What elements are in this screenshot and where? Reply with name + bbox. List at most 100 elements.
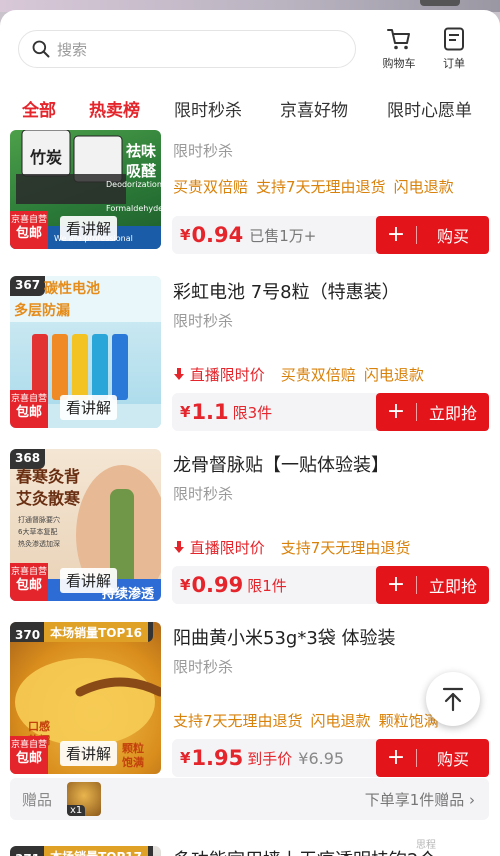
sold-count: 已售1万+ — [249, 226, 317, 245]
thumb-text: 多层防漏 — [14, 303, 70, 319]
tag: 闪电退款 — [393, 178, 454, 196]
tab-bar: 全部 热卖榜 限时秒杀 京喜好物 限时心愿单 — [0, 90, 500, 130]
currency-symbol: ¥ — [180, 403, 191, 421]
cart-icon — [387, 29, 410, 50]
tag: 颗粒饱满 — [378, 712, 439, 730]
original-price: ¥6.95 — [298, 748, 345, 768]
jd-self-operated-tag: 京喜自营 包邮 — [10, 211, 48, 249]
thumb-text: 热灸渗透加深 — [18, 540, 60, 548]
gift-label: 赠品 — [22, 791, 53, 809]
buy-button-label: 购买 — [436, 227, 469, 246]
rank-badge: 371本场销量TOP17 — [10, 846, 153, 856]
buy-button[interactable]: + 购买 — [376, 739, 489, 777]
explain-button[interactable]: 看讲解 — [60, 216, 118, 241]
orders-button[interactable]: 订单 — [432, 26, 476, 74]
gift-quantity: x1 — [67, 805, 86, 816]
plus-icon: + — [386, 399, 406, 424]
header: 搜索 购物车 订单 — [0, 10, 500, 80]
watermark: 思程 — [416, 840, 436, 851]
tag: 支持7天无理由退货 — [173, 712, 303, 730]
down-arrow-icon — [174, 368, 184, 380]
plus-icon: + — [386, 222, 406, 247]
tag: 闪电退款 — [310, 712, 371, 730]
grab-button[interactable]: + 立即抢 — [376, 566, 489, 604]
product-image[interactable]: 371本场销量TOP17 — [10, 846, 161, 856]
explain-button[interactable]: 看讲解 — [60, 395, 118, 420]
price-box: ¥1.95 到手价 ¥6.95 — [172, 739, 378, 777]
service-tags: 直播限时价 买贵双倍赔 闪电退款 — [173, 364, 432, 385]
product-image[interactable]: 367 碳性电池 多层防漏 京喜自营 包邮 看讲解 — [10, 276, 161, 428]
price: 0.94 — [191, 223, 244, 247]
rank-badge: 367 — [10, 276, 46, 296]
thumb-text: 艾灸散寒 — [16, 489, 81, 508]
tag: 闪电退款 — [363, 366, 424, 384]
jd-self-operated-tag: 京喜自营 包邮 — [10, 563, 48, 601]
price: 0.99 — [191, 573, 244, 597]
service-tags: 支持7天无理由退货 闪电退款 颗粒饱满 — [173, 710, 447, 731]
search-icon — [32, 40, 50, 58]
price: 1.95 — [191, 746, 244, 770]
product-subtitle: 限时秒杀 — [173, 485, 234, 503]
thumb-text: 6大草本复配 — [18, 528, 58, 536]
currency-symbol: ¥ — [180, 576, 191, 594]
tag: 支持7天无理由退货 — [280, 539, 411, 557]
thumb-text: 吸醛 — [126, 162, 157, 180]
buy-button-label: 购买 — [436, 750, 469, 769]
cart-label: 购物车 — [382, 57, 416, 70]
service-tags: 直播限时价 支持7天无理由退货 — [173, 537, 418, 558]
thumb-text: Deodorization — [106, 180, 161, 189]
purchase-limit: 限3件 — [232, 403, 273, 422]
tag: 支持7天无理由退货 — [256, 178, 386, 196]
tab-jingxi-goods[interactable]: 京喜好物 — [280, 96, 348, 121]
jd-self-operated-tag: 京喜自营 包邮 — [10, 390, 48, 428]
product-image[interactable]: 竹炭 祛味 吸醛 Deodorization Formaldehyde We a… — [10, 130, 161, 249]
product-sheet: 搜索 购物车 订单 全部 热卖榜 限时秒杀 京喜好物 限时心愿单 竹炭 祛味 吸… — [0, 10, 500, 856]
tab-flash-sale[interactable]: 限时秒杀 — [174, 96, 242, 121]
thumb-text: 碳性电池 — [44, 281, 100, 297]
product-title: 多功能家用墙上无痕透明挂钩2个 — [173, 846, 436, 856]
tab-wishlist[interactable]: 限时心愿单 — [387, 96, 472, 121]
thumb-text: 祛味 — [126, 142, 157, 160]
plus-icon: + — [386, 572, 406, 597]
price: 1.1 — [191, 400, 229, 424]
product-subtitle: 限时秒杀 — [173, 312, 234, 330]
grab-button-label: 立即抢 — [428, 577, 477, 596]
thumb-text: 打通督脉要穴 — [18, 516, 60, 524]
product-title: 龙骨督脉贴【一贴体验装】 — [173, 455, 389, 476]
grab-button[interactable]: + 立即抢 — [376, 393, 489, 431]
orders-icon — [444, 27, 464, 51]
jd-self-operated-tag: 京喜自营 包邮 — [10, 736, 48, 774]
currency-symbol: ¥ — [180, 749, 191, 767]
rank-badge: 370 本场销量TOP16 — [10, 622, 153, 642]
gift-thumbnail: x1 — [67, 782, 101, 816]
gift-row[interactable]: 赠品 x1 下单享1件赠品 › — [10, 778, 489, 820]
tab-all[interactable]: 全部 — [22, 96, 56, 121]
thumb-text: 饱满 — [122, 756, 144, 769]
gift-info-link[interactable]: 下单享1件赠品 › — [365, 789, 475, 810]
currency-symbol: ¥ — [180, 226, 191, 244]
tab-hot-list[interactable]: 热卖榜 — [89, 96, 140, 121]
final-price-label: 到手价 — [247, 749, 293, 768]
tag: 直播限时价 — [173, 366, 273, 384]
search-placeholder: 搜索 — [57, 40, 88, 59]
tag: 买贵双倍赔 — [173, 178, 249, 196]
plus-icon: + — [386, 745, 406, 770]
product-image[interactable]: 368 春寒灸背 艾灸散寒 打通督脉要穴 6大草本复配 热灸渗透加深 持续渗透 … — [10, 449, 161, 601]
explain-button[interactable]: 看讲解 — [60, 741, 118, 766]
thumb-text: 竹炭 — [30, 148, 63, 167]
product-title: 彩虹电池 7号8粒（特惠装） — [173, 282, 400, 303]
status-pill — [420, 0, 460, 6]
grab-button-label: 立即抢 — [428, 404, 477, 423]
thumb-text: Formaldehyde — [106, 204, 161, 213]
back-to-top-button[interactable] — [426, 672, 480, 726]
explain-button[interactable]: 看讲解 — [60, 568, 118, 593]
tag: 直播限时价 — [173, 539, 273, 557]
orders-label: 订单 — [443, 57, 465, 70]
product-subtitle: 限时秒杀 — [173, 142, 234, 160]
cart-button[interactable]: 购物车 — [377, 26, 421, 74]
product-image[interactable]: 370本场销量TOP16 口感 软糯 颗粒 饱满 京喜自营包邮 看讲解 — [10, 622, 161, 774]
price-box: ¥0.99 限1件 — [172, 566, 378, 604]
product-list: 竹炭 祛味 吸醛 Deodorization Formaldehyde We a… — [0, 130, 500, 856]
buy-button[interactable]: + 购买 — [376, 216, 489, 254]
search-bar[interactable]: 搜索 — [18, 30, 356, 68]
